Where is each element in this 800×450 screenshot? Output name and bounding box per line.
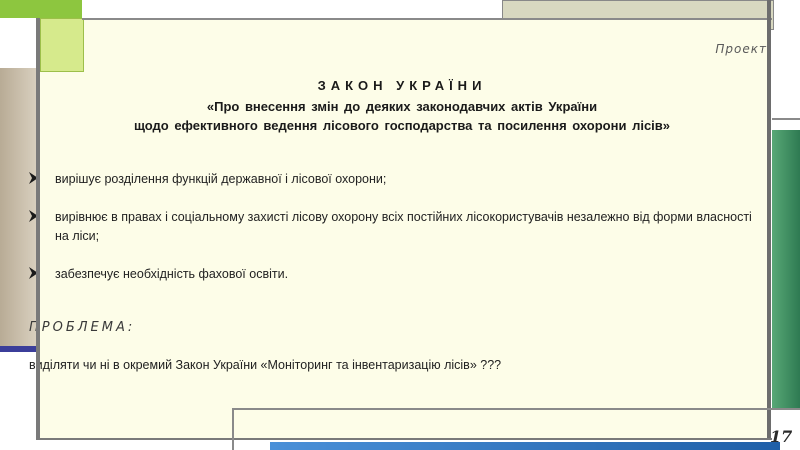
- slide-content: Проект ЗАКОН УКРАЇНИ «Про внесення змін …: [29, 20, 767, 438]
- bullet-text: вирішує розділення функцій державної і л…: [55, 172, 387, 186]
- bullet-text: вирівнює в правах і соціальному захисті …: [55, 210, 752, 243]
- decor-teal-strip: [772, 130, 800, 410]
- decor-line-right: [767, 0, 771, 440]
- decor-line-top: [82, 18, 772, 20]
- bullet-list: вирішує розділення функцій державної і л…: [28, 170, 763, 303]
- list-item: забезпечує необхідність фахової освіти.: [28, 265, 763, 284]
- bullet-text: забезпечує необхідність фахової освіти.: [55, 267, 289, 281]
- law-title: ЗАКОН УКРАЇНИ: [317, 78, 487, 93]
- project-label: Проект: [715, 42, 767, 56]
- decor-green-square: [40, 18, 84, 72]
- law-subtitle-line-1: «Про внесення змін до деяких законодавчи…: [206, 99, 598, 114]
- list-item: вирішує розділення функцій державної і л…: [28, 170, 763, 189]
- law-heading: ЗАКОН УКРАЇНИ «Про внесення змін до деяк…: [40, 78, 764, 135]
- page-number: 17: [770, 427, 793, 446]
- list-item: вирівнює в правах і соціальному захисті …: [28, 208, 763, 246]
- decor-green-bar: [0, 0, 82, 18]
- law-subtitle-line-2: щодо ефективного ведення лісового господ…: [133, 118, 671, 133]
- problem-text: виділяти чи ні в окремий Закон України «…: [29, 358, 502, 372]
- decor-line-left: [36, 18, 40, 440]
- decor-blue-strip: [0, 346, 36, 352]
- decor-blue-bar: [270, 442, 780, 450]
- problem-label: ПРОБЛЕМА:: [29, 320, 136, 335]
- decor-frame-right: [772, 0, 800, 120]
